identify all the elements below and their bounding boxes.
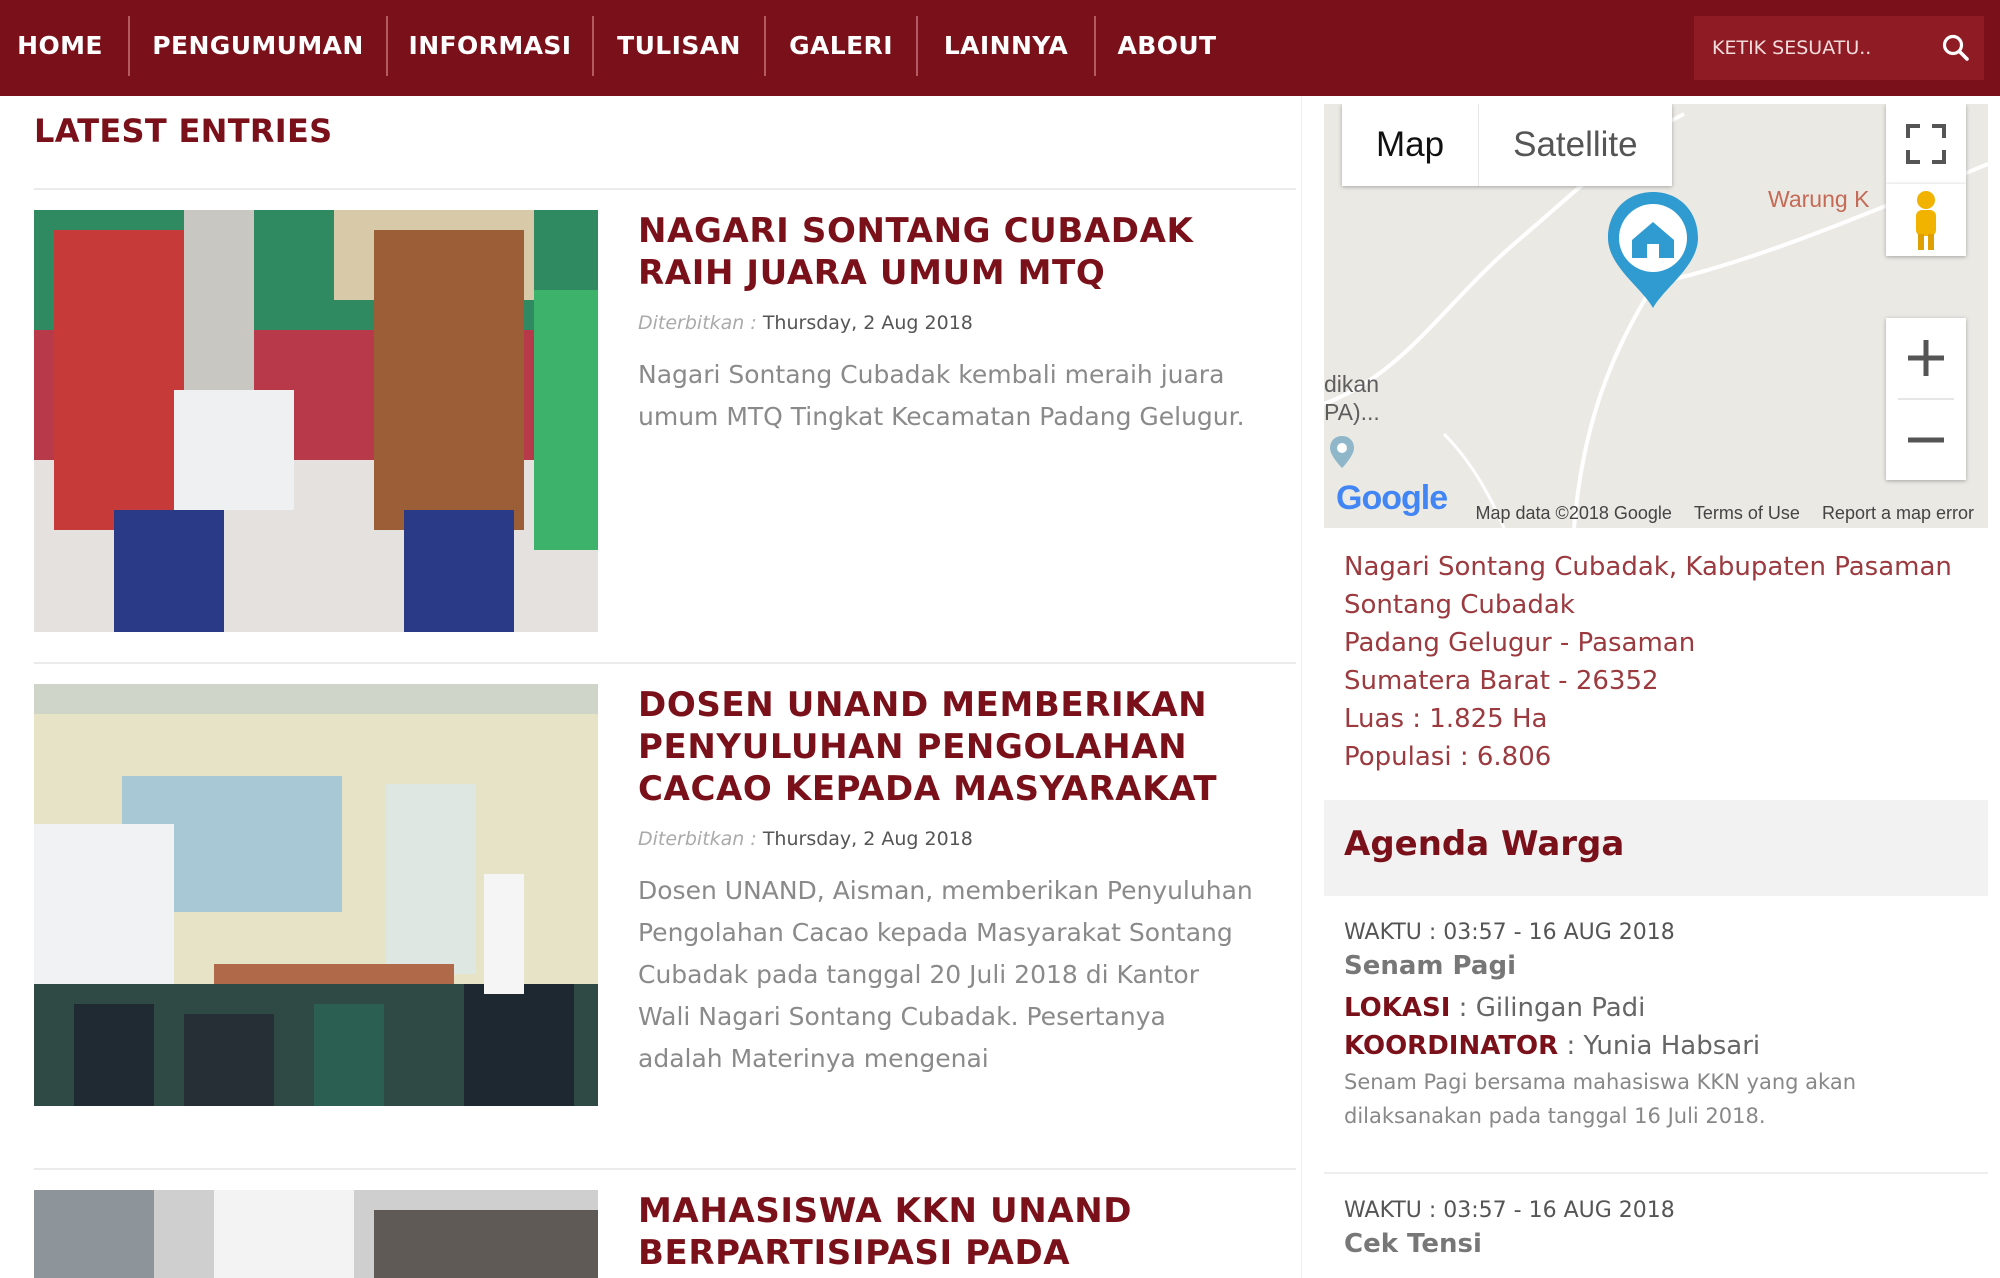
- meta-label: Diterbitkan :: [638, 312, 757, 334]
- fullscreen-button[interactable]: [1886, 104, 1966, 184]
- map-terms-link[interactable]: Terms of Use: [1694, 503, 1800, 524]
- map-side-label: dikan PA)...: [1324, 370, 1380, 426]
- agenda-time: WAKTU : 03:57 - 16 AUG 2018: [1344, 1198, 1675, 1223]
- nav-lainnya[interactable]: LAINNYA: [918, 0, 1094, 96]
- coordinator-value: : Yunia Habsari: [1558, 1031, 1761, 1061]
- search-icon[interactable]: [1940, 32, 1972, 64]
- entry-card: NAGARI SONTANG CUBADAK RAIH JUARA UMUM M…: [34, 210, 1296, 650]
- entry-title[interactable]: DOSEN UNAND MEMBERIKAN PENYULUHAN PENGOL…: [638, 684, 1298, 810]
- search-input[interactable]: [1712, 16, 1912, 80]
- agenda-description: Senam Pagi bersama mahasiswa KKN yang ak…: [1344, 1070, 1856, 1128]
- nav-home[interactable]: HOME: [0, 0, 120, 96]
- map-place-label: Warung K: [1768, 186, 1870, 212]
- top-navbar: HOME PENGUMUMAN INFORMASI TULISAN GALERI…: [0, 0, 2000, 96]
- entry-card: MAHASISWA KKN UNAND BERPARTISIPASI PADA …: [34, 1190, 1296, 1278]
- divider: [34, 662, 1296, 664]
- entry-excerpt: Dosen UNAND, Aisman, memberikan Penyuluh…: [638, 876, 1253, 1073]
- entry-date: Thursday, 2 Aug 2018: [762, 828, 973, 850]
- poi-pin-icon[interactable]: [1328, 434, 1356, 470]
- fullscreen-icon: [1906, 124, 1946, 164]
- nav-galeri[interactable]: GALERI: [766, 0, 916, 96]
- section-title: LATEST ENTRIES: [34, 112, 333, 150]
- entry-meta: Diterbitkan : Thursday, 2 Aug 2018: [638, 312, 973, 334]
- entry-title[interactable]: MAHASISWA KKN UNAND BERPARTISIPASI PADA …: [638, 1190, 1296, 1278]
- population-line: Populasi : 6.806: [1344, 742, 1552, 772]
- map-type-map-button[interactable]: Map: [1342, 104, 1478, 186]
- address-line: Sontang Cubadak: [1344, 590, 1575, 620]
- map-type-control: Map Satellite: [1342, 104, 1672, 186]
- location-marker-icon[interactable]: [1602, 188, 1704, 312]
- agenda-item[interactable]: WAKTU : 03:57 - 16 AUG 2018 Cek Tensi: [1344, 1198, 1974, 1259]
- nav-pengumuman[interactable]: PENGUMUMAN: [130, 0, 386, 96]
- address-line: Padang Gelugur - Pasaman: [1344, 628, 1696, 658]
- agenda-item[interactable]: WAKTU : 03:57 - 16 AUG 2018 Senam Pagi L…: [1344, 920, 1974, 1133]
- area-line: Luas : 1.825 Ha: [1344, 704, 1548, 734]
- address-line: Nagari Sontang Cubadak, Kabupaten Pasama…: [1344, 552, 1952, 582]
- zoom-control: [1886, 318, 1966, 480]
- divider: [34, 188, 1296, 190]
- main-content: LATEST ENTRIES NAGARI SONTANG CUBADAK RA…: [14, 96, 1302, 1278]
- zoom-in-icon[interactable]: [1886, 318, 1966, 398]
- agenda-coordinator: KOORDINATOR : Yunia Habsari: [1344, 1027, 1974, 1065]
- map-footer: Map data ©2018 Google Terms of Use Repor…: [1428, 498, 1988, 528]
- nav-about[interactable]: ABOUT: [1096, 0, 1238, 96]
- agenda-header: Agenda Warga: [1324, 800, 1988, 896]
- entry-thumbnail[interactable]: [34, 1190, 598, 1278]
- map-type-satellite-button[interactable]: Satellite: [1478, 104, 1672, 186]
- meta-label: Diterbitkan :: [638, 828, 757, 850]
- entry-thumbnail[interactable]: [34, 684, 598, 1106]
- map-side-label-line: dikan: [1324, 371, 1379, 397]
- zoom-out-icon[interactable]: [1886, 400, 1966, 480]
- entry-date: Thursday, 2 Aug 2018: [762, 312, 973, 334]
- map-report-link[interactable]: Report a map error: [1822, 503, 1974, 524]
- nav-tulisan[interactable]: TULISAN: [594, 0, 764, 96]
- location-value: : Gilingan Padi: [1450, 993, 1646, 1023]
- map-widget[interactable]: Map Satellite Warung K dikan PA)... Goog…: [1324, 104, 1988, 528]
- nav-informasi[interactable]: INFORMASI: [388, 0, 592, 96]
- address-line: Sumatera Barat - 26352: [1344, 666, 1659, 696]
- pegman-icon: [1916, 191, 1936, 250]
- entry-excerpt: Nagari Sontang Cubadak kembali meraih ju…: [638, 360, 1245, 431]
- entry-thumbnail[interactable]: [34, 210, 598, 632]
- entry-meta: Diterbitkan : Thursday, 2 Aug 2018: [638, 828, 973, 850]
- entry-title[interactable]: NAGARI SONTANG CUBADAK RAIH JUARA UMUM M…: [638, 210, 1298, 294]
- street-view-pegman[interactable]: [1886, 184, 1966, 256]
- divider: [1324, 1172, 1988, 1174]
- map-data-credit: Map data ©2018 Google: [1475, 502, 1672, 523]
- search-box: [1694, 16, 1984, 80]
- agenda-location: LOKASI : Gilingan Padi: [1344, 989, 1974, 1027]
- map-side-label-line: PA)...: [1324, 399, 1380, 425]
- agenda-name[interactable]: Senam Pagi: [1344, 951, 1974, 981]
- location-label: LOKASI: [1344, 993, 1451, 1023]
- agenda-name[interactable]: Cek Tensi: [1344, 1229, 1974, 1259]
- agenda-time: WAKTU : 03:57 - 16 AUG 2018: [1344, 920, 1675, 945]
- divider: [34, 1168, 1296, 1170]
- entry-card: DOSEN UNAND MEMBERIKAN PENYULUHAN PENGOL…: [34, 684, 1296, 1164]
- agenda-title: Agenda Warga: [1344, 824, 1625, 864]
- coordinator-label: KOORDINATOR: [1344, 1031, 1559, 1061]
- village-address: Nagari Sontang Cubadak, Kabupaten Pasama…: [1344, 548, 1952, 776]
